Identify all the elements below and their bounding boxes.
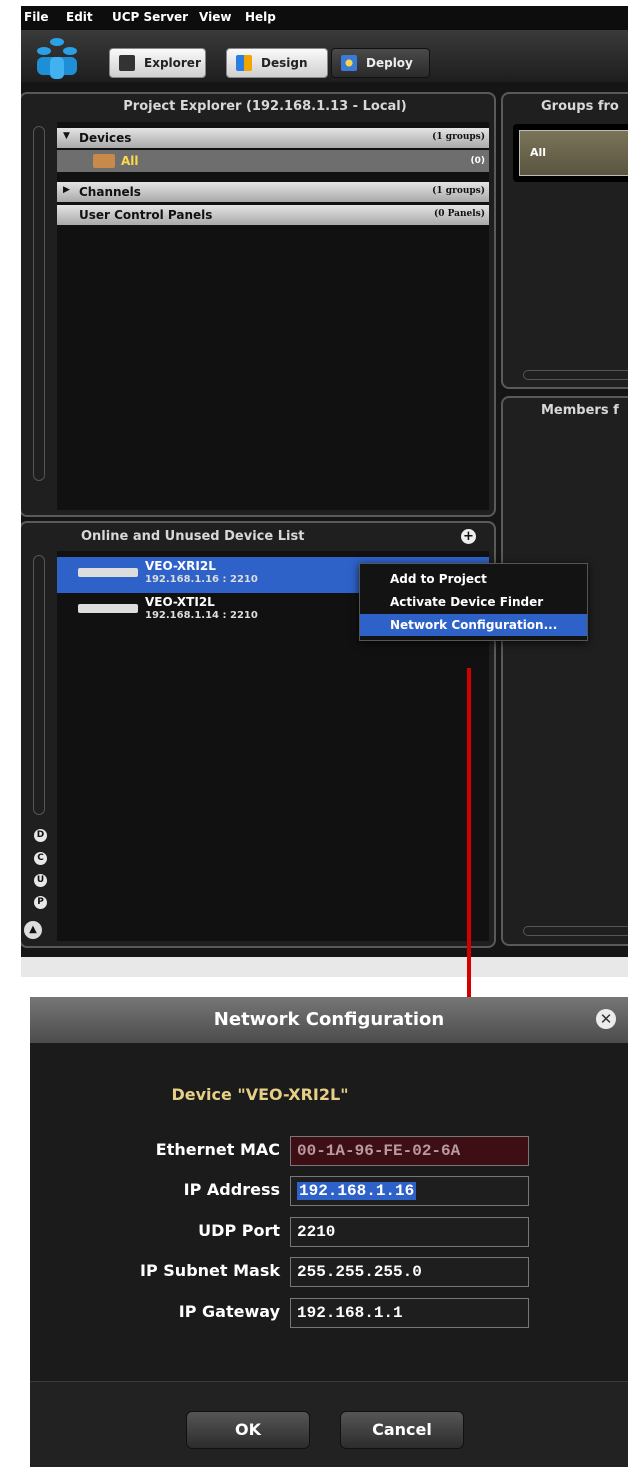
- device-name: VEO-XTI2L: [145, 595, 215, 609]
- filter-c-button[interactable]: C: [34, 852, 47, 865]
- device-caption: Device "VEO-XRI2L": [171, 1085, 349, 1104]
- filter-p-button[interactable]: P: [34, 896, 47, 909]
- menu-item-add-to-project[interactable]: Add to Project: [360, 568, 587, 590]
- tree-row-label: Channels: [79, 185, 141, 199]
- groups-panel-title: Groups fro: [541, 99, 619, 114]
- app-logo-icon: [37, 38, 77, 79]
- ethernet-mac-field: 00-1A-96-FE-02-6A: [290, 1136, 529, 1166]
- tree-row-label: Devices: [79, 131, 132, 145]
- tree-row-label: All: [121, 154, 139, 168]
- ok-button[interactable]: OK: [186, 1411, 310, 1449]
- tree-row-devices[interactable]: ▼ Devices (1 groups): [57, 128, 489, 148]
- udp-port-field[interactable]: 2210: [290, 1217, 529, 1247]
- device-address: 192.168.1.16 : 2210: [145, 574, 258, 585]
- members-panel: Members f: [501, 396, 628, 946]
- tree-row-count: (1 groups): [432, 132, 485, 142]
- ip-address-field[interactable]: 192.168.1.16: [290, 1176, 529, 1206]
- ip-subnet-mask-field[interactable]: 255.255.255.0: [290, 1257, 529, 1287]
- menu-bar: File Edit UCP Server View Help: [21, 6, 628, 30]
- network-configuration-dialog: Network Configuration ✕ Device "VEO-XRI2…: [30, 997, 628, 1467]
- tree-row-user-control-panels[interactable]: User Control Panels (0 Panels): [57, 205, 489, 225]
- folder-icon: [93, 154, 115, 168]
- dialog-title: Network Configuration: [30, 997, 628, 1043]
- field-label: IP Gateway: [178, 1302, 280, 1321]
- groups-panel: Groups fro All: [501, 92, 628, 389]
- device-list-title: Online and Unused Device List: [81, 529, 305, 544]
- design-label: Design: [261, 56, 308, 70]
- menu-item-network-configuration[interactable]: Network Configuration...: [360, 614, 587, 636]
- ip-address-value: 192.168.1.16: [297, 1182, 417, 1200]
- menu-ucp-server[interactable]: UCP Server: [112, 10, 188, 24]
- close-icon[interactable]: ✕: [596, 1009, 616, 1029]
- deploy-button[interactable]: Deploy: [331, 48, 430, 78]
- members-panel-title: Members f: [541, 403, 619, 418]
- menu-help[interactable]: Help: [245, 10, 276, 24]
- device-name: VEO-XRI2L: [145, 559, 216, 573]
- explorer-icon: [119, 55, 135, 71]
- design-icon: [236, 55, 252, 71]
- expand-down-icon: ▼: [63, 131, 70, 141]
- device-address: 192.168.1.14 : 2210: [145, 610, 258, 621]
- menu-item-activate-device-finder[interactable]: Activate Device Finder: [360, 591, 587, 613]
- groups-list: All: [513, 124, 628, 182]
- deploy-label: Deploy: [366, 56, 413, 70]
- tree-row-all[interactable]: All (0): [57, 150, 489, 172]
- tree-row-count: (0 Panels): [433, 209, 485, 219]
- dialog-footer: [30, 1381, 628, 1467]
- horizontal-scrollbar[interactable]: [523, 926, 628, 936]
- tree-row-channels[interactable]: ▶ Channels (1 groups): [57, 182, 489, 202]
- field-label: IP Subnet Mask: [140, 1261, 280, 1280]
- app-window: File Edit UCP Server View Help Explorer …: [21, 6, 628, 977]
- explorer-button[interactable]: Explorer: [109, 48, 206, 78]
- add-device-icon[interactable]: +: [461, 529, 476, 544]
- filter-d-button[interactable]: D: [34, 829, 47, 842]
- horizontal-scrollbar[interactable]: [523, 370, 628, 380]
- tree-row-count: (0): [470, 156, 486, 166]
- menu-file[interactable]: File: [24, 10, 49, 24]
- expand-right-icon: ▶: [63, 185, 70, 195]
- menu-edit[interactable]: Edit: [66, 10, 93, 24]
- field-label: IP Address: [183, 1180, 280, 1199]
- cancel-button[interactable]: Cancel: [340, 1411, 464, 1449]
- device-icon: [78, 568, 138, 577]
- project-tree: [57, 122, 489, 510]
- device-icon: [78, 604, 138, 613]
- design-button[interactable]: Design: [226, 48, 328, 78]
- group-item-all[interactable]: All: [519, 130, 628, 176]
- field-label: Ethernet MAC: [155, 1140, 280, 1159]
- project-explorer-title: Project Explorer (192.168.1.13 - Local): [123, 99, 407, 114]
- ip-gateway-field[interactable]: 192.168.1.1: [290, 1298, 529, 1328]
- collapse-up-icon[interactable]: ▲: [24, 921, 42, 939]
- menu-view[interactable]: View: [199, 10, 231, 24]
- toolbar: Explorer Design Deploy: [21, 30, 628, 82]
- vertical-scrollbar[interactable]: [33, 555, 45, 815]
- tree-row-count: (1 groups): [432, 186, 485, 196]
- explorer-label: Explorer: [144, 56, 201, 70]
- context-menu: Add to Project Activate Device Finder Ne…: [359, 563, 588, 641]
- vertical-scrollbar[interactable]: [33, 126, 45, 481]
- project-explorer-panel: Project Explorer (192.168.1.13 - Local) …: [21, 92, 496, 517]
- field-label: UDP Port: [198, 1221, 280, 1240]
- deploy-icon: [341, 55, 357, 71]
- filter-u-button[interactable]: U: [34, 874, 47, 887]
- tree-row-label: User Control Panels: [79, 208, 213, 222]
- status-bar: [21, 957, 628, 977]
